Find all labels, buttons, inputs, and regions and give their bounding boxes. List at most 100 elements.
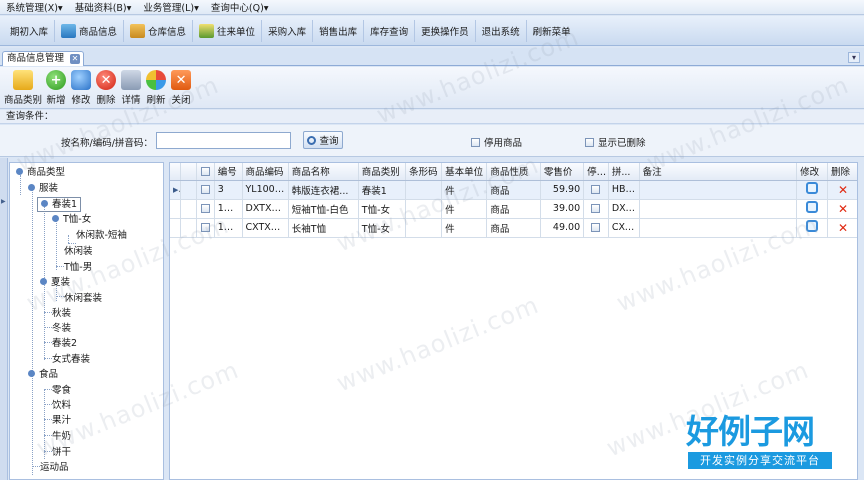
tree-node-label: 牛奶 bbox=[52, 431, 72, 442]
grid-header-remark[interactable]: 备注 bbox=[639, 163, 798, 181]
quick-initial-stock-button[interactable]: 期初入库 bbox=[4, 19, 56, 42]
edit-row-icon[interactable] bbox=[806, 201, 819, 213]
row-checkbox-cell[interactable] bbox=[196, 180, 215, 200]
show-deleted-checkbox[interactable] bbox=[585, 137, 594, 147]
table-row[interactable]: 1009 CXTX001 长袖T恤 T恤-女 件 商品 49.00 CXTX ✕ bbox=[170, 218, 857, 238]
tree-node-food[interactable]: 食品 bbox=[28, 367, 58, 382]
quick-partner-button[interactable]: 往来单位 bbox=[193, 19, 263, 42]
tree-node-casual-suit[interactable]: 休闲套装 bbox=[64, 291, 102, 306]
cell-edit[interactable] bbox=[796, 199, 828, 219]
edit-button[interactable]: 修改 bbox=[70, 67, 92, 108]
cell-edit[interactable] bbox=[796, 218, 828, 238]
menu-bar: 系统管理(X)▾ 基础资料(B)▾ 业务管理(L)▾ 查询中心(Q)▾ bbox=[0, 0, 864, 15]
row-checkbox[interactable] bbox=[200, 185, 210, 194]
cell-disabled[interactable] bbox=[583, 218, 609, 238]
menu-basic-data[interactable]: 基础资料(B)▾ bbox=[75, 0, 132, 14]
tree-node-snacks[interactable]: 零食 bbox=[52, 383, 71, 398]
tree-node-juice[interactable]: 果汁 bbox=[52, 413, 71, 428]
tree-node-sports[interactable]: 运动品 bbox=[40, 460, 69, 475]
tree-node-spring2[interactable]: 春装2 bbox=[52, 336, 77, 351]
row-checkbox[interactable] bbox=[200, 204, 210, 213]
grid-header-name[interactable]: 商品名称 bbox=[288, 163, 359, 181]
tree-toggle-icon[interactable] bbox=[41, 200, 48, 207]
delete-row-icon[interactable]: ✕ bbox=[838, 221, 848, 235]
tree-node-women-spring[interactable]: 女式春装 bbox=[52, 352, 90, 367]
grid-header-select[interactable] bbox=[196, 163, 215, 181]
quick-stock-query-button[interactable]: 库存查询 bbox=[364, 19, 416, 42]
quick-warehouse-button[interactable]: 仓库信息 bbox=[124, 19, 194, 42]
tree-node-winter[interactable]: 冬装 bbox=[52, 321, 71, 336]
cell-disabled[interactable] bbox=[583, 199, 609, 219]
stopped-goods-checkbox[interactable] bbox=[471, 137, 480, 147]
disabled-checkbox[interactable] bbox=[591, 204, 601, 213]
quick-switch-operator-button[interactable]: 更换操作员 bbox=[415, 19, 476, 42]
quick-goods-info-button[interactable]: 商品信息 bbox=[55, 19, 125, 42]
tab-goods-info[interactable]: 商品信息管理 ✕ bbox=[2, 51, 84, 66]
search-button[interactable]: 查询 bbox=[303, 131, 343, 149]
tree-node-tshirt-men[interactable]: T恤-男 bbox=[64, 260, 92, 275]
edit-row-icon[interactable] bbox=[806, 220, 819, 232]
menu-business[interactable]: 业务管理(L)▾ bbox=[143, 0, 198, 14]
tree-toggle-icon[interactable] bbox=[28, 184, 35, 191]
quick-exit-button[interactable]: 退出系统 bbox=[476, 19, 527, 42]
quick-sales-out-button[interactable]: 销售出库 bbox=[313, 19, 365, 42]
delete-row-icon[interactable]: ✕ bbox=[838, 202, 848, 216]
tree-node-casual-short[interactable]: 休闲款-短袖 bbox=[76, 228, 127, 243]
details-button[interactable]: 详情 bbox=[120, 67, 142, 108]
tree-node-root[interactable]: 商品类型 bbox=[16, 165, 65, 180]
cell-delete[interactable]: ✕ bbox=[827, 199, 857, 219]
grid-header-unit[interactable]: 基本单位 bbox=[441, 163, 488, 181]
edit-row-icon[interactable] bbox=[806, 182, 819, 194]
left-collapse-strip[interactable]: ▶ bbox=[0, 158, 8, 480]
delete-row-icon[interactable]: ✕ bbox=[838, 183, 848, 197]
grid-header-barcode[interactable]: 条形码 bbox=[405, 163, 443, 181]
tree-node-milk[interactable]: 牛奶 bbox=[52, 429, 71, 444]
show-deleted-option[interactable]: 显示已删除 bbox=[585, 135, 646, 149]
grid-header-disabled[interactable]: 停用 bbox=[583, 163, 609, 181]
row-checkbox-cell[interactable] bbox=[196, 218, 215, 238]
tree-node-drinks[interactable]: 饮料 bbox=[52, 398, 71, 413]
grid-header-pinyin[interactable]: 拼... bbox=[608, 163, 640, 181]
disabled-checkbox[interactable] bbox=[591, 223, 601, 232]
table-row[interactable]: 1008 DXTX001 短袖T恤-白色 T恤-女 件 商品 39.00 DXT… bbox=[170, 199, 857, 219]
menu-query-center[interactable]: 查询中心(Q)▾ bbox=[211, 0, 269, 14]
tree-node-summer[interactable]: 夏装 bbox=[40, 275, 70, 290]
tree-node-biscuits[interactable]: 饼干 bbox=[52, 445, 71, 460]
tree-toggle-icon[interactable] bbox=[16, 168, 23, 175]
delete-button[interactable]: ✕ 删除 bbox=[95, 67, 117, 108]
tree-node-spring1[interactable]: 春装1 bbox=[37, 197, 82, 212]
add-button[interactable]: + 新增 bbox=[45, 67, 67, 108]
grid-header-category[interactable]: 商品类别 bbox=[358, 163, 407, 181]
grid-header-nature[interactable]: 商品性质 bbox=[486, 163, 541, 181]
tree-node-clothing[interactable]: 服装 bbox=[28, 181, 58, 196]
tree-toggle-icon[interactable] bbox=[28, 370, 35, 377]
search-input[interactable] bbox=[156, 132, 291, 149]
tab-scroll-icon[interactable]: ▾ bbox=[848, 52, 860, 63]
tree-toggle-icon[interactable] bbox=[40, 278, 47, 285]
cell-delete[interactable]: ✕ bbox=[827, 218, 857, 238]
quick-purchase-in-button[interactable]: 采购入库 bbox=[262, 19, 314, 42]
quick-refresh-menu-button[interactable]: 刷新菜单 bbox=[527, 20, 577, 42]
category-button[interactable]: 商品类别 bbox=[4, 67, 42, 108]
row-checkbox-cell[interactable] bbox=[196, 199, 215, 219]
action-toolbar: 商品类别 + 新增 修改 ✕ 删除 详情 刷新 ✕ 关闭 bbox=[0, 67, 864, 109]
tree-node-casual[interactable]: 休闲装 bbox=[64, 244, 93, 259]
grid-header-code[interactable]: 商品编码 bbox=[242, 163, 289, 181]
menu-system[interactable]: 系统管理(X)▾ bbox=[6, 0, 63, 14]
refresh-button[interactable]: 刷新 bbox=[145, 67, 167, 108]
select-all-checkbox[interactable] bbox=[200, 166, 210, 176]
grid-header-price[interactable]: 零售价 bbox=[540, 163, 585, 181]
cell-disabled[interactable] bbox=[583, 180, 609, 200]
cell-delete[interactable]: ✕ bbox=[827, 180, 857, 200]
table-row[interactable]: ▶ 3 YL10001 韩版连衣裙... 春装1 件 商品 59.90 HBL.… bbox=[170, 180, 857, 200]
tab-close-icon[interactable]: ✕ bbox=[70, 54, 80, 64]
grid-header-id[interactable]: 编号 bbox=[214, 163, 243, 181]
stopped-goods-option[interactable]: 停用商品 bbox=[471, 135, 522, 149]
close-button[interactable]: ✕ 关闭 bbox=[170, 67, 192, 108]
tree-toggle-icon[interactable] bbox=[52, 215, 59, 222]
tree-node-tshirt-women[interactable]: T恤-女 bbox=[52, 212, 91, 227]
row-checkbox[interactable] bbox=[200, 223, 210, 232]
cell-edit[interactable] bbox=[796, 180, 828, 200]
tree-node-autumn[interactable]: 秋装 bbox=[52, 306, 71, 321]
disabled-checkbox[interactable] bbox=[591, 185, 601, 194]
